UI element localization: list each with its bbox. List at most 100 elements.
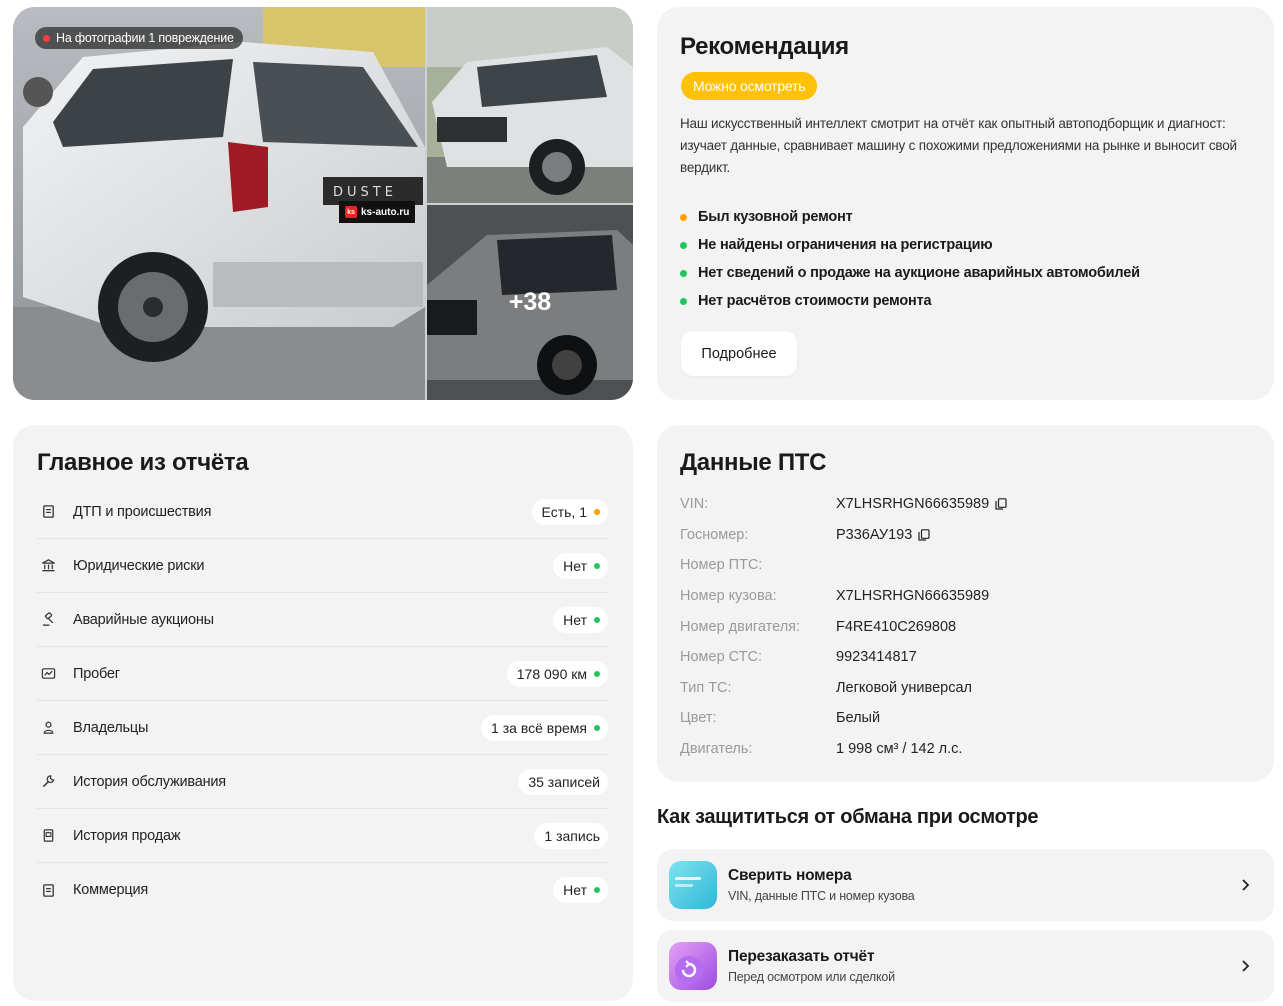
recommendation-item: Нет сведений о продаже на аукционе авари… xyxy=(680,259,1140,287)
watermark-label: ks-auto.ru xyxy=(361,206,410,218)
status-badge: Есть, 1 xyxy=(531,498,608,525)
action-title: Перезаказать отчёт xyxy=(728,948,875,965)
pts-value-text: X7LHSRHGN66635989 xyxy=(836,496,990,513)
summary-row-commerce[interactable]: Коммерция Нет xyxy=(37,863,608,917)
status-dot-icon xyxy=(594,562,600,569)
summary-row-auctions[interactable]: Аварийные аукционы Нет xyxy=(37,593,608,647)
more-details-button[interactable]: Подробнее xyxy=(681,331,797,376)
pts-row-pts-number: Номер ПТС: xyxy=(680,550,1007,581)
status-dot-icon xyxy=(680,213,687,221)
protect-section-title: Как защититься от обмана при осмотре xyxy=(657,806,1039,828)
pts-value: Легковой универсал xyxy=(836,679,972,696)
recommendation-item: Нет расчётов стоимости ремонта xyxy=(680,287,1140,315)
pts-value: Белый xyxy=(836,710,881,727)
report-summary-card: Главное из отчёта ДТП и происшествия Ест… xyxy=(13,425,633,1001)
odometer-icon xyxy=(37,663,59,685)
status-value: Нет xyxy=(563,557,587,574)
summary-row-service[interactable]: История обслуживания 35 записей xyxy=(37,755,608,809)
card-icon xyxy=(669,861,717,909)
receipt-icon xyxy=(37,825,59,847)
pts-key: Госномер: xyxy=(680,526,749,543)
pts-key: Номер кузова: xyxy=(680,588,777,605)
status-dot-icon xyxy=(594,724,600,731)
copy-icon[interactable] xyxy=(995,498,1007,510)
pts-row-plate: Госномер: Р336АУ193 xyxy=(680,520,1007,551)
recommendation-item: Был кузовной ремонт xyxy=(680,203,1140,231)
status-value: Нет xyxy=(563,611,587,628)
recommendation-item-label: Не найдены ограничения на регистрацию xyxy=(698,237,993,253)
pts-row-engine: Двигатель: 1 998 см³ / 142 л.с. xyxy=(680,734,1007,765)
pts-data-card: Данные ПТС VIN: X7LHSRHGN66635989 Госноме… xyxy=(657,425,1274,782)
pts-row-sts-number: Номер СТС: 9923414817 xyxy=(680,642,1007,673)
status-badge: 1 запись xyxy=(534,822,608,849)
verify-numbers-button[interactable]: Сверить номера VIN, данные ПТС и номер к… xyxy=(657,849,1274,921)
summary-row-label: Аварийные аукционы xyxy=(73,611,214,628)
wrench-icon xyxy=(37,771,59,793)
pts-key: Номер двигателя: xyxy=(680,618,801,635)
summary-row-owners[interactable]: Владельцы 1 за всё время xyxy=(37,701,608,755)
action-text: Перезаказать отчёт Перед осмотром или сд… xyxy=(728,948,895,984)
summary-row-label: История продаж xyxy=(73,827,181,844)
recommendation-list: Был кузовной ремонт Не найдены ограничен… xyxy=(680,203,1140,315)
summary-row-label: Юридические риски xyxy=(73,557,205,574)
pts-key: Тип ТС: xyxy=(680,679,732,696)
photo-gallery[interactable]: DUSTE +38 На фотографии 1 повреждение ks… xyxy=(13,7,633,400)
action-title: Сверить номера xyxy=(728,867,852,884)
pts-list: VIN: X7LHSRHGN66635989 Госномер: Р336АУ193… xyxy=(680,489,1007,764)
pts-row-vin: VIN: X7LHSRHGN66635989 xyxy=(680,489,1007,520)
damage-badge-label: На фотографии 1 повреждение xyxy=(56,31,234,45)
summary-row-mileage[interactable]: Пробег 178 090 км xyxy=(37,647,608,701)
pts-row-engine-number: Номер двигателя: F4RE410C269808 xyxy=(680,611,1007,642)
car-photo-front[interactable] xyxy=(427,7,633,203)
summary-row-label: Пробег xyxy=(73,665,120,682)
more-photos-overlay[interactable]: +38 xyxy=(427,205,633,400)
summary-row-legal[interactable]: Юридические риски Нет xyxy=(37,539,608,593)
summary-row-accidents[interactable]: ДТП и происшествия Есть, 1 xyxy=(37,485,608,539)
action-text: Сверить номера VIN, данные ПТС и номер к… xyxy=(728,867,915,903)
pts-key: Номер СТС: xyxy=(680,649,763,666)
pts-key: Номер ПТС: xyxy=(680,557,763,574)
status-value: Есть, 1 xyxy=(541,503,587,520)
status-value: 1 за всё время xyxy=(491,719,587,736)
copy-icon[interactable] xyxy=(918,529,930,541)
recommendation-card: Рекомендация Можно осмотреть Наш искусст… xyxy=(657,7,1274,400)
summary-row-label: Коммерция xyxy=(73,882,149,898)
reorder-report-button[interactable]: Перезаказать отчёт Перед осмотром или сд… xyxy=(657,930,1274,1002)
refresh-icon xyxy=(669,942,717,990)
status-dot-icon xyxy=(680,269,687,277)
status-dot-icon xyxy=(680,297,687,305)
summary-row-sales[interactable]: История продаж 1 запись xyxy=(37,809,608,863)
status-dot-icon xyxy=(680,241,687,249)
summary-list: ДТП и происшествия Есть, 1 Юридические р… xyxy=(37,485,608,917)
pts-value: X7LHSRHGN66635989 xyxy=(836,588,990,605)
recommendation-item: Не найдены ограничения на регистрацию xyxy=(680,231,1140,259)
pts-value: 1 998 см³ / 142 л.с. xyxy=(836,741,963,758)
person-icon xyxy=(37,717,59,739)
pts-value: F4RE410C269808 xyxy=(836,618,957,635)
status-badge: 1 за всё время xyxy=(481,714,608,741)
status-dot-icon xyxy=(594,670,600,677)
pts-value-text: Р336АУ193 xyxy=(836,526,913,543)
pts-value: Р336АУ193 xyxy=(836,527,930,543)
status-value: 1 запись xyxy=(544,827,600,844)
pts-title: Данные ПТС xyxy=(680,449,827,476)
damage-badge[interactable]: На фотографии 1 повреждение xyxy=(35,27,243,49)
status-badge: Нет xyxy=(553,877,608,903)
damage-dot-icon xyxy=(43,34,50,42)
bank-icon xyxy=(37,555,59,577)
svg-text:DUSTE: DUSTE xyxy=(333,185,397,200)
status-badge: Нет xyxy=(553,606,608,633)
summary-row-label: История обслуживания xyxy=(73,773,226,790)
recommendation-item-label: Нет расчётов стоимости ремонта xyxy=(698,293,932,309)
status-badge: Нет xyxy=(553,552,608,579)
summary-title: Главное из отчёта xyxy=(37,449,249,476)
summary-row-label: ДТП и происшествия xyxy=(73,503,212,520)
chevron-right-icon xyxy=(1242,879,1250,891)
status-value: 35 записей xyxy=(528,773,600,790)
status-dot-icon xyxy=(594,616,600,623)
document-icon xyxy=(37,501,59,523)
verdict-badge: Можно осмотреть xyxy=(681,72,818,100)
recommendation-item-label: Нет сведений о продаже на аукционе авари… xyxy=(698,265,1140,281)
recommendation-item-label: Был кузовной ремонт xyxy=(698,209,853,225)
pts-key: Двигатель: xyxy=(680,741,753,758)
